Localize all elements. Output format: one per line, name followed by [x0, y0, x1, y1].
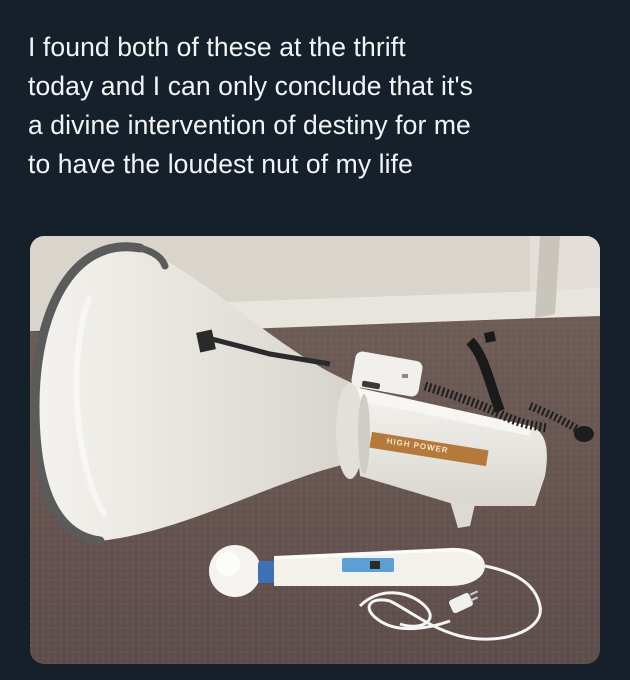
post-text: I found both of these at the thrift toda… — [28, 32, 474, 179]
post-image[interactable]: HIGH POWER — [30, 236, 600, 664]
photo-megaphone-and-massager: HIGH POWER — [30, 236, 600, 664]
tweet-screenshot: I found both of these at the thrift toda… — [0, 0, 630, 680]
